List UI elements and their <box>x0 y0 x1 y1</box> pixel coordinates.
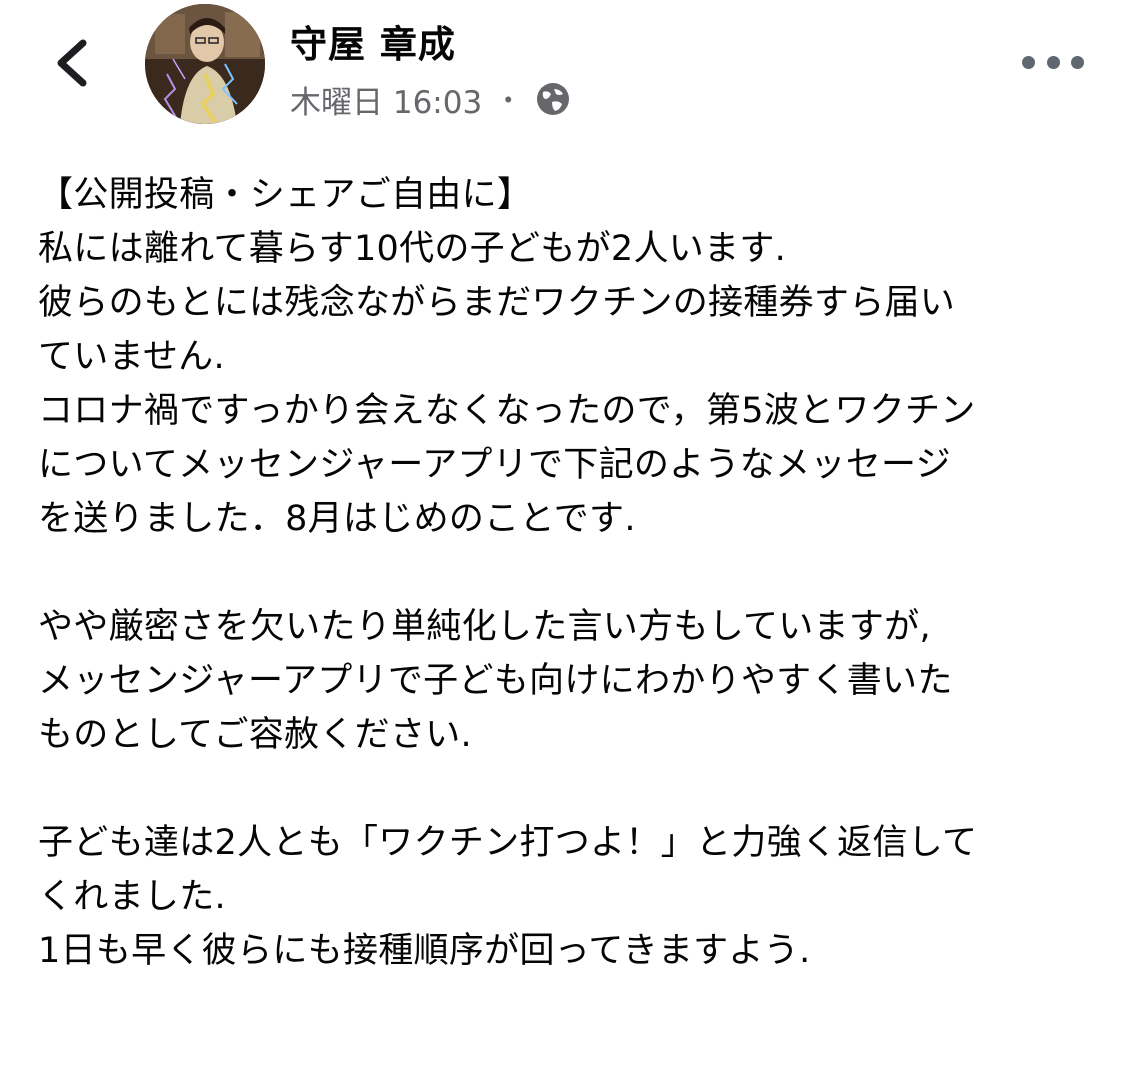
post-line: 1日も早く彼らにも接種順序が回ってきますよう. <box>38 931 811 971</box>
globe-icon[interactable] <box>534 80 572 118</box>
more-dots-icon <box>1071 55 1084 69</box>
post-line: を送りました．8月はじめのことです. <box>38 499 636 539</box>
post-line: メッセンジャーアプリで子ども向けにわかりやすく書いた <box>38 661 953 701</box>
post-line: についてメッセンジャーアプリで下記のようなメッセージ <box>38 445 951 485</box>
post-line: 【公開投稿・シェアご自由に】 <box>38 175 533 215</box>
author-name[interactable]: 守屋 章成 <box>290 14 456 68</box>
more-dots-icon <box>1022 55 1035 69</box>
meta-separator: ・ <box>494 84 523 117</box>
post-line: ていません. <box>38 337 225 377</box>
post-line: ものとしてご容赦ください. <box>38 715 472 755</box>
more-options-button[interactable] <box>1022 44 1084 80</box>
post-line: 私には離れて暮らす10代の子どもが2人います. <box>38 229 787 269</box>
post-line: コロナ禍ですっかり会えなくなったので，第5波とワクチン <box>38 391 976 431</box>
post-header: 守屋 章成 木曜日 16:03 ・ <box>0 0 1125 140</box>
post-meta: 木曜日 16:03 ・ <box>290 77 572 122</box>
post-line: やや厳密さを欠いたり単純化した言い方もしていますが, <box>38 607 931 647</box>
post-line: 子ども達は2人とも「ワクチン打つよ！」と力強く返信して <box>38 823 978 863</box>
post-timestamp[interactable]: 木曜日 16:03 <box>290 77 482 122</box>
post-line: くれました. <box>38 877 226 917</box>
chevron-left-icon <box>57 39 87 87</box>
post-body: 【公開投稿・シェアご自由に】 私には離れて暮らす10代の子どもが2人います. 彼… <box>38 168 1098 978</box>
more-dots-icon <box>1046 55 1060 69</box>
author-avatar[interactable] <box>145 4 265 124</box>
avatar-photo <box>145 4 265 124</box>
post-line: 彼らのもとには残念ながらまだワクチンの接種券すら届い <box>38 283 956 323</box>
back-button[interactable] <box>38 28 108 98</box>
